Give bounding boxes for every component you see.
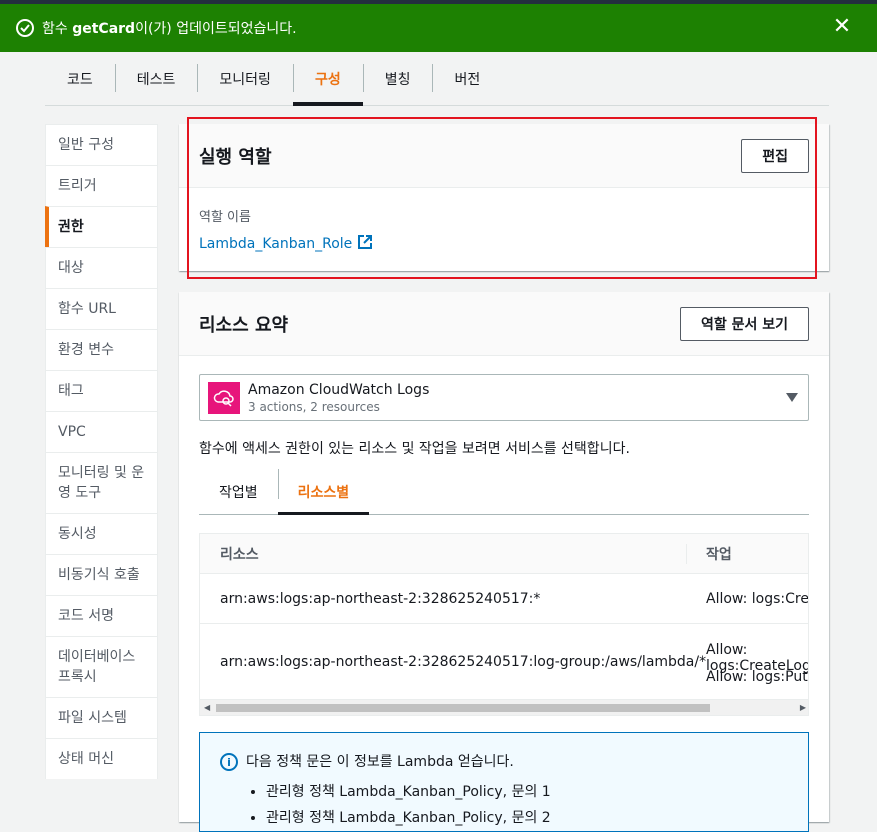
info-alert: i 다음 정책 문은 이 정보를 Lambda 얻습니다. 관리형 정책 Lamb… xyxy=(199,732,809,832)
tab-3[interactable]: 구성 xyxy=(292,52,363,106)
tab-0[interactable]: 코드 xyxy=(45,52,115,105)
function-tabs: 코드 테스트 모니터링 구성 별칭 버전 xyxy=(45,52,829,106)
service-summary: 3 actions, 2 resources xyxy=(248,399,380,414)
sidenav-item-12[interactable]: 데이터베이스 프록시 xyxy=(45,636,158,697)
scroll-left-icon[interactable]: ◀ xyxy=(204,703,210,712)
sidenav-item-8[interactable]: 모니터링 및 운영 도구 xyxy=(45,452,158,513)
table-row: arn:aws:logs:ap-northeast-2:328625240517… xyxy=(200,624,808,702)
info-text: 다음 정책 문은 이 정보를 Lambda 얻습니다. xyxy=(246,754,514,770)
sidenav-item-7[interactable]: VPC xyxy=(45,411,158,452)
sidenav-item-6[interactable]: 태그 xyxy=(45,370,158,411)
sidenav-item-11[interactable]: 코드 서명 xyxy=(45,595,158,636)
sidenav-item-5[interactable]: 환경 변수 xyxy=(45,329,158,370)
resource-table: 리소스 작업 arn:aws:logs:ap-northeast-2:32862… xyxy=(199,533,809,716)
scroll-right-icon[interactable]: ▶ xyxy=(800,703,806,712)
service-name: Amazon CloudWatch Logs xyxy=(248,381,430,398)
execution-role-title: 실행 역할 xyxy=(199,146,272,168)
service-select[interactable]: Amazon CloudWatch Logs 3 actions, 2 reso… xyxy=(199,374,809,421)
tab-4[interactable]: 별칭 xyxy=(362,52,433,105)
sidenav-item-2[interactable]: 권한 xyxy=(45,206,158,247)
view-role-document-button[interactable]: 역할 문서 보기 xyxy=(679,306,809,341)
action-text: Allow: logs:PutLogEvents xyxy=(706,669,808,685)
subtab-1[interactable]: 리소스별 xyxy=(277,469,370,515)
sidenav-item-14[interactable]: 상태 머신 xyxy=(45,738,158,779)
tab-5[interactable]: 버전 xyxy=(432,52,502,105)
sidenav-item-1[interactable]: 트리거 xyxy=(45,165,158,206)
success-flash: 함수 getCard이(가) 업데이트되었습니다. ✕ xyxy=(0,4,877,52)
cloudwatch-logs-icon xyxy=(208,381,240,414)
resource-subtabs: 작업별 리소스별 xyxy=(199,469,809,515)
resource-arn: arn:aws:logs:ap-northeast-2:328625240517… xyxy=(220,591,541,607)
resource-summary-panel: 리소스 요약 역할 문서 보기 Amazon CloudWatch Logs 3… xyxy=(179,292,829,832)
resource-arn: arn:aws:logs:ap-northeast-2:328625240517… xyxy=(220,654,707,670)
role-name-text: Lambda_Kanban_Role xyxy=(199,236,353,252)
execution-role-panel: 실행 역할 편집 역할 이름 Lambda_Kanban_Role xyxy=(179,124,829,271)
resource-summary-title: 리소스 요약 xyxy=(199,314,289,336)
action-text: Allow: logs:CreateLogGroup xyxy=(706,591,809,607)
external-link-icon xyxy=(358,235,373,253)
subtab-0[interactable]: 작업별 xyxy=(199,469,278,514)
close-icon[interactable]: ✕ xyxy=(831,16,853,38)
caret-down-icon xyxy=(786,393,798,402)
column-header-resource: 리소스 xyxy=(220,547,259,563)
sidenav-item-13[interactable]: 파일 시스템 xyxy=(45,697,158,738)
info-icon: i xyxy=(220,753,238,771)
flash-message: 함수 getCard이(가) 업데이트되었습니다. xyxy=(42,21,297,37)
tab-2[interactable]: 모니터링 xyxy=(197,52,293,105)
service-hint: 함수에 액세스 권한이 있는 리소스 및 작업을 보려면 서비스를 선택합니다. xyxy=(199,441,630,457)
sidenav-item-10[interactable]: 비동기식 호출 xyxy=(45,554,158,595)
config-sidenav: 일반 구성 트리거 권한 대상 함수 URL 환경 변수 태그 VPC 모니터링 및 운영 도구… xyxy=(45,124,158,779)
scrollbar-thumb[interactable] xyxy=(216,704,710,712)
table-header: 리소스 작업 xyxy=(200,534,808,574)
edit-button[interactable]: 편집 xyxy=(741,138,809,173)
role-name-link[interactable]: Lambda_Kanban_Role xyxy=(199,235,373,253)
list-item: 관리형 정책 Lambda_Kanban_Policy, 문의 1 xyxy=(266,781,788,801)
column-header-actions: 작업 xyxy=(706,547,732,563)
tab-1[interactable]: 테스트 xyxy=(114,52,198,105)
table-row: arn:aws:logs:ap-northeast-2:328625240517… xyxy=(200,574,809,624)
horizontal-scrollbar[interactable]: ◀ ▶ xyxy=(200,699,808,715)
role-name-label: 역할 이름 xyxy=(199,210,251,225)
sidenav-item-9[interactable]: 동시성 xyxy=(45,513,158,554)
success-check-icon xyxy=(16,19,34,37)
sidenav-item-4[interactable]: 함수 URL xyxy=(45,288,158,329)
list-item: 관리형 정책 Lambda_Kanban_Policy, 문의 2 xyxy=(266,807,788,827)
sidenav-item-0[interactable]: 일반 구성 xyxy=(45,124,158,165)
sidenav-item-3[interactable]: 대상 xyxy=(45,247,158,288)
